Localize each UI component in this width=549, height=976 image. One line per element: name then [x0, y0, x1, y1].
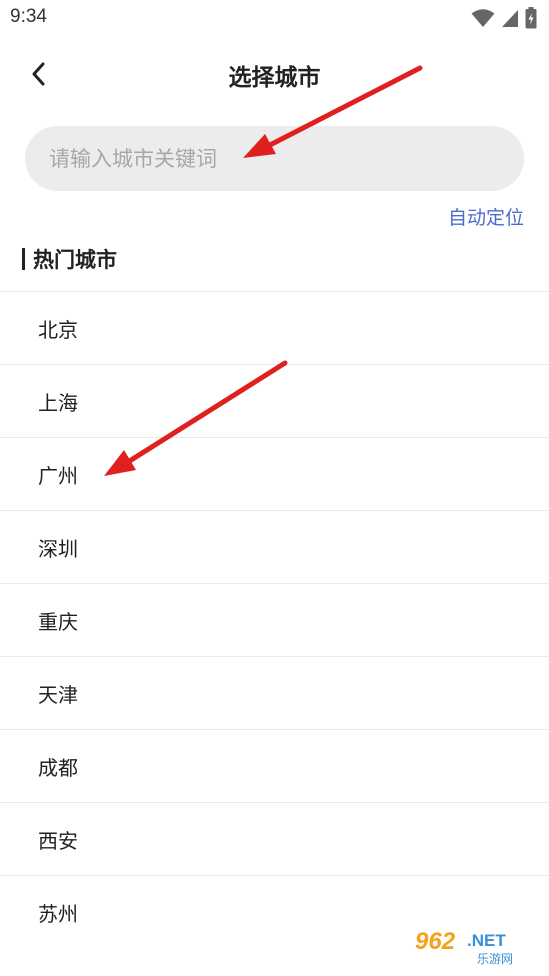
battery-icon: [525, 7, 537, 29]
status-time: 9:34: [10, 6, 47, 27]
section-title: 热门城市: [33, 248, 117, 272]
city-item[interactable]: 深圳: [0, 510, 549, 583]
city-list: 北京 上海 广州 深圳 重庆 天津 成都 西安 苏州: [0, 291, 549, 948]
search-input[interactable]: [25, 126, 524, 191]
city-item[interactable]: 广州: [0, 437, 549, 510]
city-item[interactable]: 成都: [0, 729, 549, 802]
page-title: 选择城市: [228, 65, 321, 91]
svg-text:962: 962: [415, 928, 456, 955]
city-item[interactable]: 上海: [0, 364, 549, 437]
watermark-logo-graphic: 962 .NET 乐游网: [407, 923, 539, 966]
section-header: 热门城市: [22, 244, 117, 274]
wifi-icon: [471, 9, 495, 27]
chevron-left-icon: [32, 62, 45, 86]
city-item[interactable]: 天津: [0, 656, 549, 729]
city-item[interactable]: 北京: [0, 291, 549, 364]
status-bar: 9:34: [0, 0, 549, 38]
city-item[interactable]: 重庆: [0, 583, 549, 656]
section-accent-bar: [22, 248, 25, 270]
watermark-logo: 962 .NET 乐游网: [405, 920, 541, 968]
status-icons: [471, 7, 537, 29]
signal-icon: [502, 10, 518, 27]
city-item[interactable]: 西安: [0, 802, 549, 875]
nav-bar: 选择城市: [0, 44, 549, 104]
back-button[interactable]: [22, 58, 54, 90]
svg-text:.NET: .NET: [467, 931, 506, 950]
auto-locate-link[interactable]: 自动定位: [448, 203, 524, 230]
svg-text:乐游网: 乐游网: [477, 952, 513, 966]
